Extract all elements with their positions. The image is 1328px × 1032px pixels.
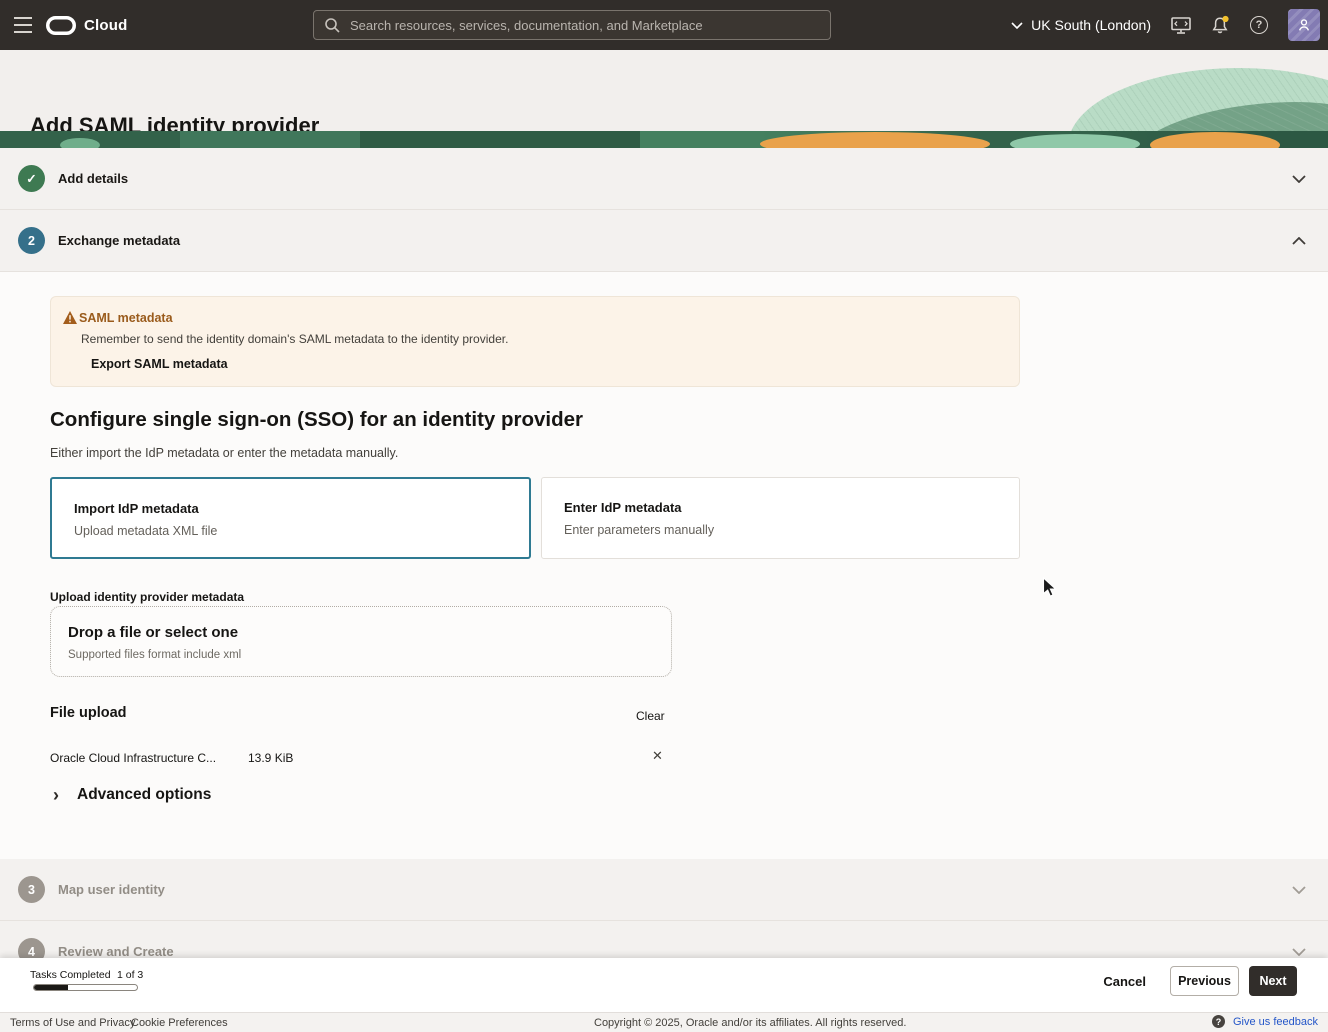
warning-message: Remember to send the identity domain's S… [81,332,508,346]
sso-section-subheading: Either import the IdP metadata or enter … [50,446,398,460]
bell-icon [1211,15,1230,35]
page-footer: Terms of Use and Privacy Cookie Preferen… [0,1012,1328,1032]
tasks-completed-label: Tasks Completed [30,969,111,981]
chevron-right-icon: › [53,786,59,804]
step-header-map-user-identity[interactable]: 3 Map user identity [0,859,1328,921]
oci-console-page: Cloud UK South (London) [0,0,1328,1032]
previous-button[interactable]: Previous [1170,966,1239,996]
cancel-button[interactable]: Cancel [1103,974,1146,989]
close-icon: ✕ [652,748,663,763]
brand-label: Cloud [84,17,128,34]
search-icon [324,17,340,33]
sso-section-heading: Configure single sign-on (SSO) for an id… [50,408,583,432]
step-header-exchange-metadata[interactable]: 2 Exchange metadata [0,210,1328,272]
export-saml-metadata-button[interactable]: Export SAML metadata [91,357,228,371]
saml-metadata-warning: SAML metadata Remember to send the ident… [50,296,1020,387]
global-search-bar [313,10,831,40]
tasks-completed-count: 1 of 3 [117,969,143,981]
person-icon [1296,17,1312,33]
file-dropzone[interactable]: Drop a file or select one Supported file… [50,606,672,677]
region-selector[interactable]: UK South (London) [1011,17,1151,33]
dropzone-title: Drop a file or select one [68,624,238,641]
wizard-action-bar: Tasks Completed 1 of 3 Cancel Previous N… [0,958,1328,1012]
help-icon: ? [1250,16,1268,34]
search-input[interactable] [340,18,830,33]
tasks-progress-bar [33,984,138,991]
feedback-group: ? Give us feedback [1212,1015,1318,1028]
file-upload-heading: File upload [50,705,127,721]
page-header: Add SAML identity provider Learn more. [0,50,1328,148]
region-label: UK South (London) [1031,17,1151,33]
card-title: Import IdP metadata [74,501,199,516]
cookie-preferences-link[interactable]: Cookie Preferences [131,1017,228,1029]
copyright-text: Copyright © 2025, Oracle and/or its affi… [594,1017,906,1029]
topbar-actions: UK South (London) ? [1011,0,1320,50]
file-name: Oracle Cloud Infrastructure C... [50,751,216,765]
step-label: Review and Create [58,944,174,959]
advanced-options-label: Advanced options [77,786,211,804]
user-avatar[interactable] [1288,9,1320,41]
step-label: Add details [58,171,128,186]
terminal-monitor-icon [1171,16,1191,35]
chevron-down-icon [1292,881,1306,899]
top-navigation-bar: Cloud UK South (London) [0,0,1328,50]
advanced-options-toggle[interactable]: › Advanced options [53,786,211,804]
upload-metadata-field-label: Upload identity provider metadata [50,590,244,604]
hamburger-menu-button[interactable] [14,17,34,33]
exchange-metadata-panel: SAML metadata Remember to send the ident… [0,272,1328,859]
notification-badge [1222,16,1228,22]
step-number-badge: 3 [18,876,45,903]
warning-triangle-icon [63,311,77,329]
step-label: Map user identity [58,882,165,897]
oracle-logo-icon [46,16,76,35]
chevron-down-icon [1011,22,1023,29]
step-header-add-details[interactable]: ✓ Add details [0,148,1328,210]
decorative-pattern-band [0,131,1328,148]
help-button[interactable]: ? [1250,16,1268,34]
chevron-down-icon [1292,170,1306,188]
oracle-cloud-brand[interactable]: Cloud [46,0,128,50]
card-description: Enter parameters manually [564,523,714,537]
progress-fill [34,985,68,990]
terms-of-use-link[interactable]: Terms of Use and Privacy [10,1017,135,1029]
step-complete-check-icon: ✓ [18,165,45,192]
clear-files-button[interactable]: Clear [636,709,665,723]
give-feedback-link[interactable]: Give us feedback [1233,1016,1318,1028]
warning-title: SAML metadata [79,311,173,325]
question-mark-icon: ? [1212,1015,1225,1028]
file-size: 13.9 KiB [248,751,293,765]
step-number-badge: 2 [18,227,45,254]
chevron-up-icon [1292,232,1306,250]
card-description: Upload metadata XML file [74,524,217,538]
card-title: Enter IdP metadata [564,500,682,515]
remove-file-button[interactable]: ✕ [652,748,663,764]
cloud-shell-button[interactable] [1171,16,1191,35]
wizard-buttons: Cancel Previous Next [1103,966,1297,996]
next-button[interactable]: Next [1249,966,1297,996]
notifications-button[interactable] [1211,15,1230,35]
import-idp-metadata-card[interactable]: Import IdP metadata Upload metadata XML … [50,477,531,559]
step-label: Exchange metadata [58,233,180,248]
dropzone-subtitle: Supported files format include xml [68,649,241,661]
enter-idp-metadata-card[interactable]: Enter IdP metadata Enter parameters manu… [541,477,1020,559]
